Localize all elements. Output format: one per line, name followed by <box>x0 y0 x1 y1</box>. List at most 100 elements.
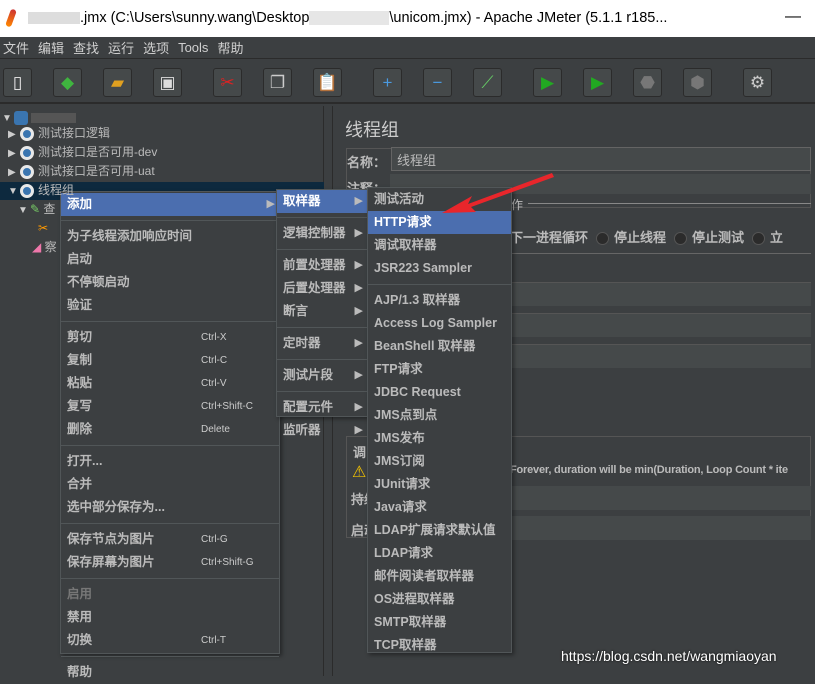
menu-item[interactable]: 剪切 Ctrl-X <box>61 326 279 349</box>
radio-stop-test-label[interactable]: 停止测试 <box>692 230 744 245</box>
templates-icon: ◆ <box>60 72 75 92</box>
menu-item[interactable]: 复制 Ctrl-C <box>61 349 279 372</box>
tree-child[interactable]: ▼ ✎ 查 <box>18 200 55 218</box>
menu-item[interactable]: 后置处理器 ▶ <box>277 277 367 300</box>
toggle-button[interactable]: ⟋ <box>473 68 502 97</box>
stop-button[interactable]: ⬣ <box>633 68 662 97</box>
menu-item[interactable]: 测试片段 ▶ <box>277 364 367 387</box>
paste-button[interactable]: 📋 <box>313 68 342 97</box>
menu-item[interactable]: 合并 <box>61 473 279 496</box>
name-field[interactable] <box>391 147 811 171</box>
clear-button[interactable]: ⚙ <box>743 68 772 97</box>
radio-stop-now[interactable] <box>752 232 766 246</box>
tree-child[interactable]: ◢ 察 <box>32 238 57 256</box>
menu-item[interactable]: 定时器 ▶ <box>277 332 367 355</box>
expand-triangle-icon[interactable]: ▼ <box>18 202 30 220</box>
menu-item[interactable]: 删除 Delete <box>61 418 279 441</box>
menu-item[interactable]: JSR223 Sampler <box>368 257 511 280</box>
menu-item[interactable]: 逻辑控制器 ▶ <box>277 222 367 245</box>
new-button[interactable]: ▯ <box>3 68 32 97</box>
menu-item[interactable]: 邮件阅读者取样器 <box>368 565 511 588</box>
minimize-button[interactable]: — <box>785 8 801 26</box>
menu-item[interactable]: 保存屏幕为图片 Ctrl+Shift-G <box>61 551 279 574</box>
radio-stop-test[interactable] <box>674 232 688 246</box>
menu-0[interactable]: 文件 <box>0 38 35 57</box>
save-button[interactable]: ▣ <box>153 68 182 97</box>
radio-stop-thread-label[interactable]: 停止线程 <box>614 230 666 245</box>
menu-item[interactable]: Java请求 <box>368 496 511 519</box>
menu-item[interactable]: 前置处理器 ▶ <box>277 254 367 277</box>
menu-item[interactable]: LDAP请求 <box>368 542 511 565</box>
menu-item[interactable]: JDBC Request <box>368 381 511 404</box>
menu-item[interactable]: FTP请求 <box>368 358 511 381</box>
menu-item[interactable]: 验证 <box>61 294 279 317</box>
templates-button[interactable]: ◆ <box>53 68 82 97</box>
expand-triangle-icon[interactable]: ▶ <box>8 145 20 163</box>
menu-item[interactable]: 启动 <box>61 248 279 271</box>
menu-item[interactable]: 调试取样器 <box>368 234 511 257</box>
menu-2[interactable]: 查找 <box>70 38 105 57</box>
menu-item[interactable]: TCP取样器 <box>368 634 511 657</box>
start-no-pause-button[interactable]: ▶ <box>583 68 612 97</box>
menu-item[interactable]: 启用 <box>61 583 279 606</box>
menu-item[interactable]: JMS点到点 <box>368 404 511 427</box>
menu-item-label: 选中部分保存为... <box>67 500 165 514</box>
tree-item[interactable]: ▶ 测试接口是否可用-dev <box>8 143 157 161</box>
menu-item[interactable]: 复写 Ctrl+Shift-C <box>61 395 279 418</box>
menu-item[interactable]: AJP/1.3 取样器 <box>368 289 511 312</box>
tree-item[interactable]: ▶ 测试接口逻辑 <box>8 124 110 142</box>
menu-5[interactable]: Tools <box>175 40 214 55</box>
menu-item[interactable]: 打开... <box>61 450 279 473</box>
menu-item[interactable]: LDAP扩展请求默认值 <box>368 519 511 542</box>
menu-item[interactable]: 选中部分保存为... <box>61 496 279 519</box>
rampup-field[interactable] <box>510 313 811 337</box>
menu-item[interactable]: 添加 ▶ <box>61 193 279 216</box>
expand-button[interactable]: + <box>373 68 402 97</box>
menu-1[interactable]: 编辑 <box>35 38 70 57</box>
radio-stop-thread[interactable] <box>596 232 610 246</box>
menu-item[interactable]: 禁用 <box>61 606 279 629</box>
open-button[interactable]: ▰ <box>103 68 132 97</box>
menu-item[interactable]: 监听器 ▶ <box>277 419 367 442</box>
menu-4[interactable]: 选项 <box>140 38 175 57</box>
start-button[interactable]: ▶ <box>533 68 562 97</box>
collapse-button[interactable]: − <box>423 68 452 97</box>
menu-item[interactable]: JMS订阅 <box>368 450 511 473</box>
copy-button[interactable]: ❐ <box>263 68 292 97</box>
menu-3[interactable]: 运行 <box>105 38 140 57</box>
duration-field[interactable] <box>510 486 811 510</box>
menu-item[interactable]: 配置元件 ▶ <box>277 396 367 419</box>
shutdown-button[interactable]: ⬢ <box>683 68 712 97</box>
threads-field[interactable] <box>510 282 811 306</box>
menu-item[interactable]: 为子线程添加响应时间 <box>61 225 279 248</box>
menu-item[interactable]: 取样器 ▶ <box>277 190 367 213</box>
radio-stop-now-label[interactable]: 立 <box>770 230 783 245</box>
radio-next-loop-label[interactable]: 下一进程循环 <box>510 230 588 245</box>
menu-item[interactable]: Access Log Sampler <box>368 312 511 335</box>
menu-item[interactable]: SMTP取样器 <box>368 611 511 634</box>
menu-item-label: 启用 <box>67 587 93 601</box>
expand-triangle-icon[interactable]: ▶ <box>8 164 20 182</box>
menu-item[interactable]: 帮助 <box>61 661 279 684</box>
expand-triangle-icon[interactable]: ▶ <box>8 126 20 144</box>
loop-field[interactable] <box>510 344 811 368</box>
tools-icon: ✂ <box>38 221 49 235</box>
menu-item[interactable]: 断言 ▶ <box>277 300 367 323</box>
menu-item[interactable]: 粘贴 Ctrl-V <box>61 372 279 395</box>
cut-button[interactable]: ✂ <box>213 68 242 97</box>
menu-item-label: 复制 <box>67 353 93 367</box>
tree-item[interactable]: ▼ 线程组 <box>8 181 74 199</box>
menu-item[interactable]: JMS发布 <box>368 427 511 450</box>
menu-item[interactable]: BeanShell 取样器 <box>368 335 511 358</box>
expand-triangle-icon[interactable]: ▼ <box>8 183 20 201</box>
startup-delay-field[interactable] <box>510 516 811 540</box>
submenu-arrow-icon: ▶ <box>354 305 363 317</box>
menu-item[interactable]: OS进程取样器 <box>368 588 511 611</box>
tree-child[interactable]: ✂ <box>38 219 48 237</box>
menu-6[interactable]: 帮助 <box>214 38 249 57</box>
menu-item[interactable]: 切换 Ctrl-T <box>61 629 279 652</box>
menu-item[interactable]: JUnit请求 <box>368 473 511 496</box>
menu-item[interactable]: 不停顿启动 <box>61 271 279 294</box>
tree-item[interactable]: ▶ 测试接口是否可用-uat <box>8 162 155 180</box>
menu-item[interactable]: 保存节点为图片 Ctrl-G <box>61 528 279 551</box>
